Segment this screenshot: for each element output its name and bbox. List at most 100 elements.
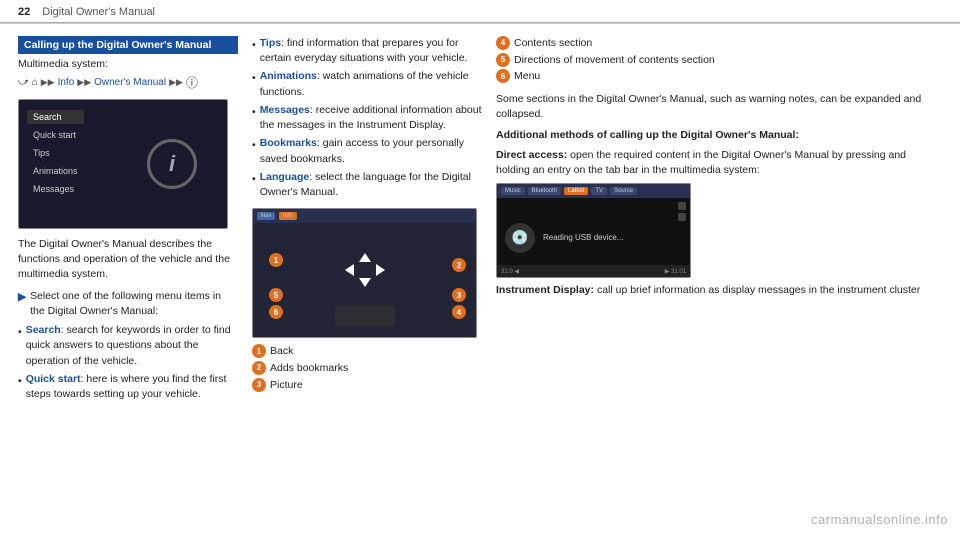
section-heading: Calling up the Digital Owner's Manual [18, 36, 238, 54]
side-controls [678, 202, 686, 221]
lang-text: Language: select the language for the Di… [260, 170, 482, 200]
reading-usb-text: Reading USB device... [543, 233, 624, 242]
arrow-symbol: ▶ [18, 290, 26, 319]
usb-icon: 💿 [505, 223, 535, 253]
column-3: 4 Contents section 5 Directions of movem… [496, 36, 942, 525]
nav-home-icon: ⌂ [32, 77, 38, 88]
column-2: • Tips: find information that prepares y… [252, 36, 482, 525]
cap-num-3: 3 [252, 378, 266, 392]
tab-bluetooth: Bluetooth [528, 187, 561, 195]
bullet-messages: • Messages: receive additional informati… [252, 103, 482, 133]
screen2-label-2: 2 [452, 258, 466, 272]
time-right: ▶ 31:01 [665, 268, 686, 275]
screen-mockup-2: Nav Info 1 [252, 208, 477, 338]
num-5: 5 [269, 288, 283, 302]
screen2-topbar: Nav Info [253, 209, 476, 223]
watermark: carmanualsonline.info [811, 512, 948, 527]
bullet-dot-msg: • [252, 105, 256, 133]
info-circle-icon: i [147, 139, 197, 189]
col3-bold-heading: Additional methods of calling up the Dig… [496, 128, 942, 143]
nav-chevron-2: ▶▶ [77, 77, 91, 88]
nav-info[interactable]: Info [58, 77, 75, 88]
cap-3-text: Picture [270, 378, 303, 393]
side-btn-1 [678, 202, 686, 210]
page-title-header: Digital Owner's Manual [42, 6, 155, 18]
cap-num-2: 2 [252, 361, 266, 375]
link-language: Language [260, 171, 310, 183]
screen2-label-3: 3 [452, 288, 466, 302]
col3-captions: 4 Contents section 5 Directions of movem… [496, 36, 942, 84]
menu-animations: Animations [27, 164, 84, 178]
multimedia-subtitle: Multimedia system: [18, 58, 238, 70]
arrow-item-text: Select one of the following menu items i… [30, 289, 238, 319]
menu-quickstart: Quick start [27, 128, 84, 142]
col2-captions: 1 Back 2 Adds bookmarks 3 Picture [252, 344, 482, 392]
bullet-search: • Search: search for keywords in order t… [18, 323, 238, 369]
bullet-search-text: Search: search for keywords in order to … [26, 323, 238, 369]
arrow-up [359, 253, 371, 262]
screen2-tab1: Nav [257, 212, 275, 220]
bullet-dot-search: • [18, 325, 22, 369]
caption-3: 3 Picture [252, 378, 482, 393]
column-1: Calling up the Digital Owner's Manual Mu… [18, 36, 238, 525]
bm-text: Bookmarks: gain access to your personall… [260, 136, 482, 166]
col1-body: The Digital Owner's Manual describes the… [18, 237, 238, 283]
bullet-tips: • Tips: find information that prepares y… [252, 36, 482, 66]
car-silhouette [335, 305, 395, 327]
page-number: 22 [18, 6, 30, 18]
num-1: 1 [269, 253, 283, 267]
link-bookmarks: Bookmarks [260, 137, 317, 149]
msg-text: Messages: receive additional information… [260, 103, 482, 133]
screen-menu-list: Search Quick start Tips Animations Messa… [27, 110, 84, 196]
main-content: Calling up the Digital Owner's Manual Mu… [0, 26, 960, 531]
nav-info-icon: ⓘ [186, 74, 198, 91]
cap-num-6: 6 [496, 69, 510, 83]
bullet-quickstart: • Quick start: here is where you find th… [18, 372, 238, 402]
screen3-topbar: Music Bluetooth Latest TV Source [497, 184, 690, 198]
bullet-dot-qs: • [18, 374, 22, 402]
additional-methods-heading: Additional methods of calling up the Dig… [496, 129, 799, 141]
direct-access-label: Direct access: [496, 149, 567, 161]
tab-source: Source [610, 187, 637, 195]
num-3: 3 [452, 288, 466, 302]
page-header: 22 Digital Owner's Manual [0, 0, 960, 23]
caption-1: 1 Back [252, 344, 482, 359]
instrument-label: Instrument Display: [496, 284, 594, 296]
link-animations: Animations [260, 70, 317, 82]
screen-mockup-1: Search Quick start Tips Animations Messa… [18, 99, 228, 229]
arrow-right [376, 264, 385, 276]
side-btn-2 [678, 213, 686, 221]
menu-messages: Messages [27, 182, 84, 196]
bullet-dot-anim: • [252, 71, 256, 99]
nav-owners-manual[interactable]: Owner's Manual [94, 77, 166, 88]
bullet-animations: • Animations: watch animations of the ve… [252, 69, 482, 99]
cap-2-text: Adds bookmarks [270, 361, 348, 376]
tab-music: Music [501, 187, 525, 195]
caption-4: 4 Contents section [496, 36, 942, 51]
col3-direct-access: Direct access: open the required content… [496, 148, 942, 178]
link-quickstart: Quick start [26, 373, 81, 385]
menu-tips: Tips [27, 146, 84, 160]
screen2-body: 1 2 3 4 5 6 [253, 223, 476, 337]
screen2-label-6: 6 [269, 305, 283, 319]
arrow-down [359, 278, 371, 287]
num-6: 6 [269, 305, 283, 319]
screen2-label-1: 1 [269, 253, 283, 267]
tab-latest[interactable]: Latest [564, 187, 588, 195]
bullet-dot-lang: • [252, 172, 256, 200]
num-4: 4 [452, 305, 466, 319]
link-tips: Tips [260, 37, 281, 49]
cap-5-text: Directions of movement of contents secti… [514, 53, 715, 68]
arrow-left [345, 264, 354, 276]
caption-6: 6 Menu [496, 69, 942, 84]
link-search: Search [26, 324, 61, 336]
cap-4-text: Contents section [514, 36, 592, 51]
caption-2: 2 Adds bookmarks [252, 361, 482, 376]
bullet-language: • Language: select the language for the … [252, 170, 482, 200]
screen2-tab2: Info [279, 212, 297, 220]
nav-path: ⤻ ⌂ ▶▶ Info ▶▶ Owner's Manual ▶▶ ⓘ [18, 74, 238, 91]
nav-arrows [345, 253, 385, 287]
tab-tv: TV [591, 187, 607, 195]
nav-chevron-3: ▶▶ [169, 77, 183, 88]
col2-bullets: • Tips: find information that prepares y… [252, 36, 482, 200]
